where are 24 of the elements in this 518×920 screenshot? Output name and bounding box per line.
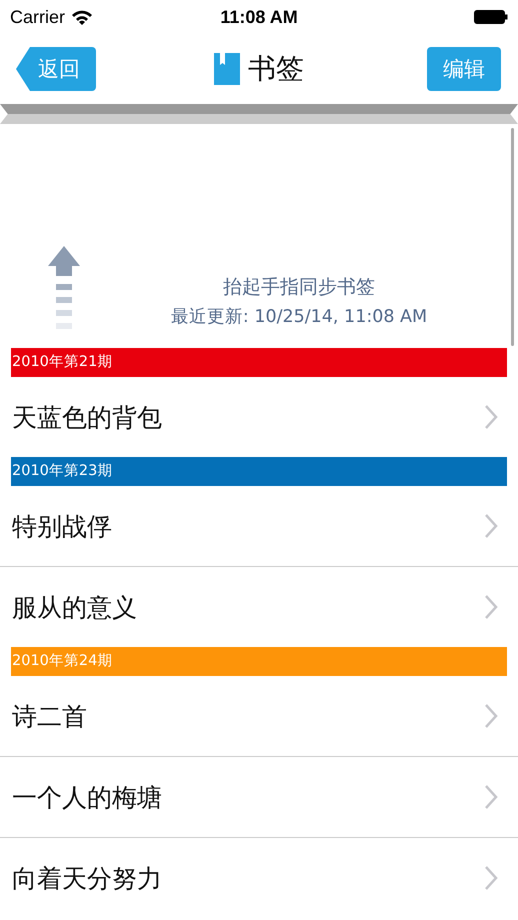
carrier-label: Carrier: [10, 6, 66, 28]
chevron-icon: [484, 784, 498, 810]
battery-icon: [474, 10, 508, 24]
chevron-icon: [484, 513, 498, 539]
clock-time: 11:08 AM: [220, 6, 298, 26]
bookmark-title[interactable]: 特别战俘: [12, 510, 484, 542]
section-header: 2010年第21期: [11, 348, 507, 377]
bookmark-title[interactable]: 天蓝色的背包: [12, 400, 484, 434]
sync-message: 抬起手指同步书签: [223, 275, 375, 300]
up-arrow-icon: [48, 246, 80, 330]
chevron-icon: [484, 594, 498, 620]
section-header: 2010年第24期: [11, 647, 507, 676]
bookmark-title[interactable]: 服从的意义: [12, 590, 484, 624]
last-updated-text: 最近更新: 10/25/14, 11:08 AM: [170, 306, 428, 328]
bookmark-title[interactable]: 向着天分努力: [12, 862, 484, 894]
chevron-icon: [484, 404, 498, 430]
chevron-icon: [484, 865, 498, 891]
page-title: 书签: [248, 51, 304, 87]
section-header: 2010年第23期: [11, 457, 507, 486]
bookmark-title[interactable]: 一个人的梅塘: [12, 780, 484, 814]
chevron-icon: [484, 703, 498, 729]
wifi-icon: [71, 9, 94, 25]
bookmark-icon: [214, 53, 240, 85]
bookmark-title[interactable]: 诗二首: [12, 700, 484, 732]
